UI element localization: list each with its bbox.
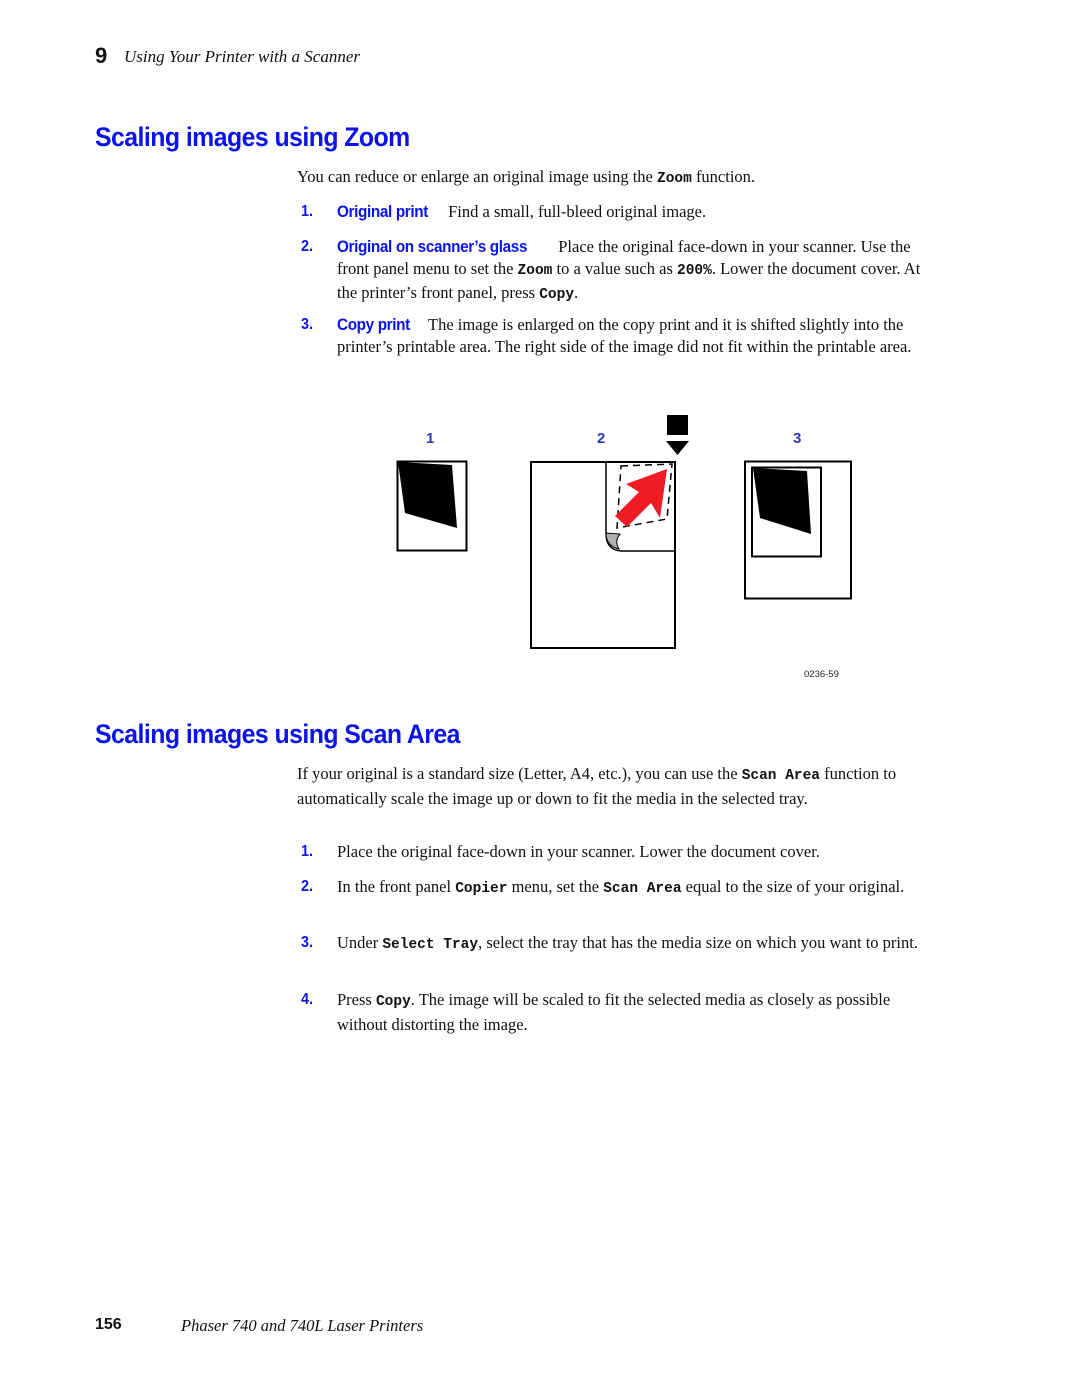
- text: equal to the size of your original.: [681, 877, 905, 896]
- code-term: Copy: [375, 994, 411, 1010]
- registration-block-icon: [667, 415, 688, 435]
- text: , select the tray that has the media siz…: [478, 933, 918, 952]
- step-number: 4.: [301, 991, 314, 1008]
- book-title: Phaser 740 and 740L Laser Printers: [181, 1316, 424, 1335]
- code-term: Scan Area: [741, 768, 821, 784]
- scan-step-4: 4. Press Copy. The image will be scaled …: [297, 989, 937, 1035]
- text: Press: [337, 990, 376, 1009]
- text: Under: [337, 933, 383, 952]
- step-number: 1.: [301, 843, 314, 860]
- text: If your original is a standard size (Let…: [297, 764, 742, 783]
- code-term: Select Tray: [382, 937, 479, 953]
- scaling-figure: [396, 415, 852, 649]
- text: menu, set the: [507, 877, 604, 896]
- scan-step-2: 2. In the front panel Copier menu, set t…: [297, 876, 937, 901]
- scan-step-1: 1. Place the original face-down in your …: [297, 841, 937, 863]
- copy-print-illustration: [744, 460, 852, 600]
- code-term: Scan Area: [603, 881, 682, 897]
- step-number: 3.: [301, 934, 314, 951]
- step-number: 2.: [301, 878, 314, 895]
- corner-marker-triangle-icon: [666, 441, 689, 455]
- original-print-illustration: [396, 460, 468, 552]
- section-heading-scan-area: Scaling images using Scan Area: [95, 719, 460, 749]
- text: Place the original face-down in your sca…: [337, 842, 820, 861]
- text: . The image will be scaled to fit the se…: [337, 990, 891, 1034]
- figure-code: 0236-59: [804, 669, 839, 680]
- scan-intro: If your original is a standard size (Let…: [297, 763, 957, 809]
- code-term: Copier: [455, 881, 508, 897]
- text: In the front panel: [337, 877, 456, 896]
- scanner-glass-illustration: [530, 415, 689, 649]
- page-number: 156: [95, 1316, 122, 1333]
- scan-step-3: 3. Under Select Tray, select the tray th…: [297, 932, 937, 957]
